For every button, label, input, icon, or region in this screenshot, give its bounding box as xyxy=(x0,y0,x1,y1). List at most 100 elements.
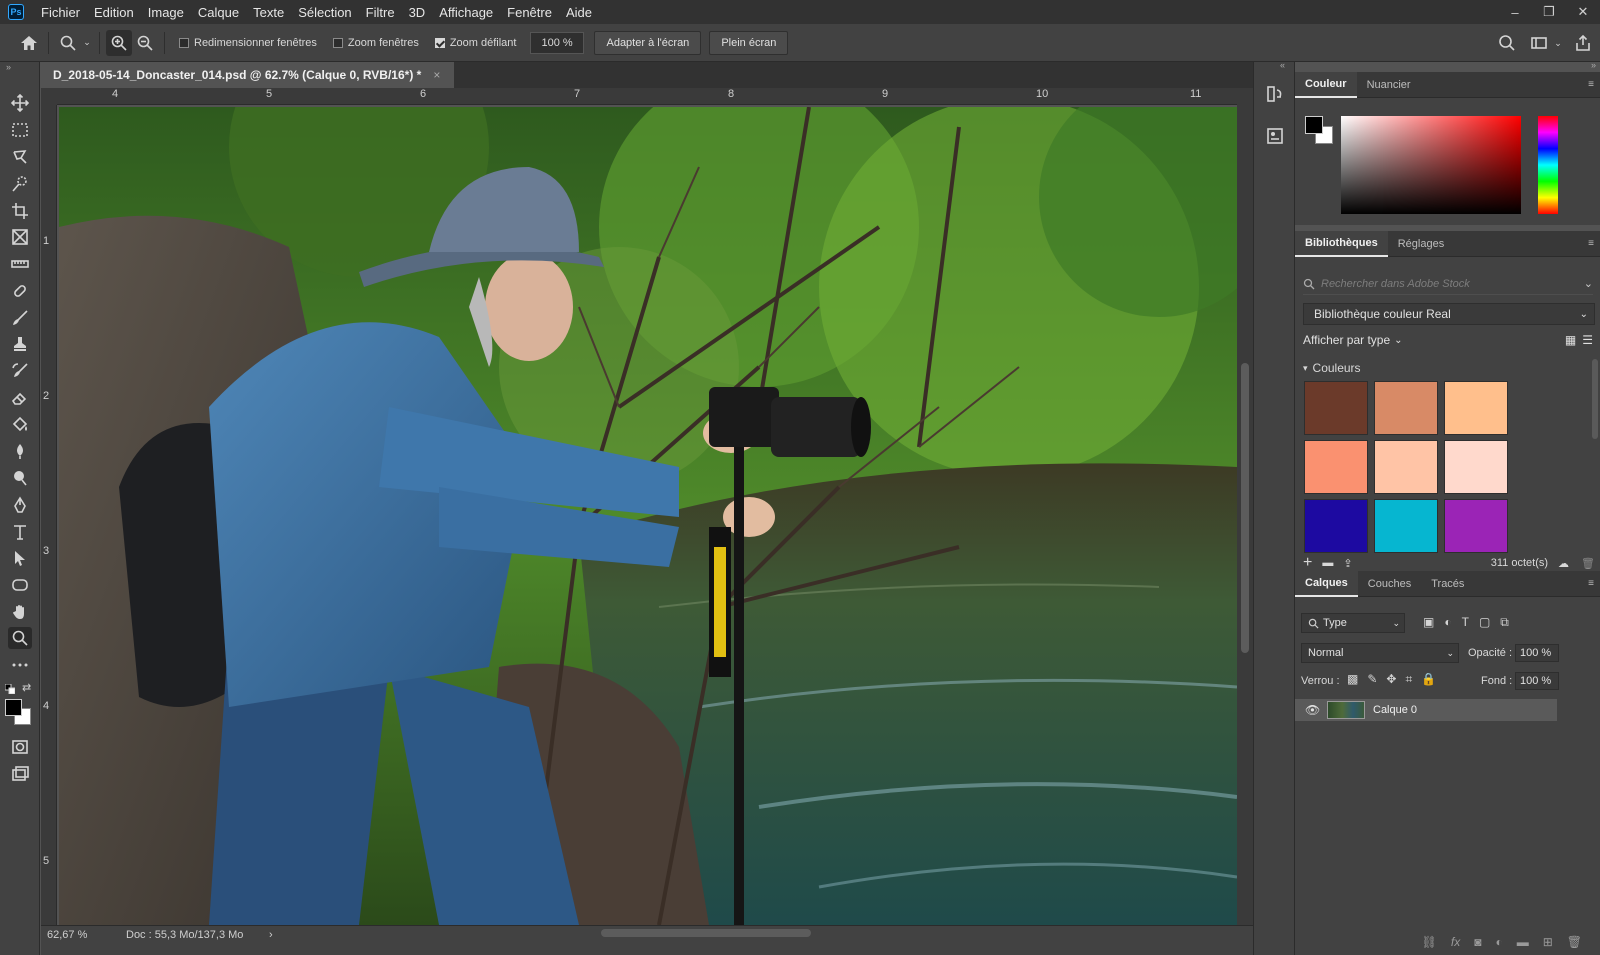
panel-menu-icon[interactable]: ≡ xyxy=(1588,72,1600,97)
marquee-tool-icon[interactable] xyxy=(8,119,32,141)
cloud-icon[interactable]: ☁ xyxy=(1558,557,1569,570)
chevron-down-icon[interactable]: ⌄ xyxy=(81,30,93,56)
upload-icon[interactable]: ⇪ xyxy=(1343,557,1352,570)
panel-menu-icon[interactable]: ≡ xyxy=(1588,571,1600,596)
collapse-panels-icon[interactable]: » xyxy=(1591,60,1596,70)
library-swatch[interactable] xyxy=(1444,381,1508,435)
library-scrollbar[interactable] xyxy=(1592,359,1598,439)
hand-tool-icon[interactable] xyxy=(8,601,32,623)
stamp-tool-icon[interactable] xyxy=(8,333,32,355)
quick-select-tool-icon[interactable] xyxy=(8,173,32,195)
type-tool-icon[interactable] xyxy=(8,521,32,543)
lock-position-icon[interactable]: ✥ xyxy=(1386,672,1396,687)
screen-mode-icon[interactable] xyxy=(8,763,32,785)
shape-tool-icon[interactable] xyxy=(8,574,32,596)
adjustment-icon[interactable]: ◐ xyxy=(1495,935,1502,949)
path-select-tool-icon[interactable] xyxy=(8,547,32,569)
menu-3d[interactable]: 3D xyxy=(402,0,433,24)
move-tool-icon[interactable] xyxy=(8,92,32,114)
lock-artboard-icon[interactable]: ⌗ xyxy=(1405,672,1412,687)
workspace-icon[interactable] xyxy=(1526,30,1552,56)
colors-group-header[interactable]: ▾ Couleurs xyxy=(1303,361,1361,375)
tab-traces[interactable]: Tracés xyxy=(1421,571,1474,597)
color-field[interactable] xyxy=(1341,116,1521,214)
eye-icon[interactable]: 👁 xyxy=(1305,703,1320,717)
blend-mode-select[interactable]: Normal ⌄ xyxy=(1301,643,1459,663)
default-colors-icon[interactable] xyxy=(4,683,16,695)
zoom-status[interactable]: 62,67 % xyxy=(47,929,87,941)
library-swatch[interactable] xyxy=(1304,381,1368,435)
tab-calques[interactable]: Calques xyxy=(1295,571,1358,597)
list-view-icon[interactable]: ☰ xyxy=(1582,333,1593,347)
new-layer-icon[interactable]: ⊞ xyxy=(1543,935,1553,949)
menu-fenetre[interactable]: Fenêtre xyxy=(500,0,559,24)
smart-object-filter-icon[interactable]: ⧉ xyxy=(1500,615,1509,630)
chevron-down-icon[interactable]: ⌄ xyxy=(1584,277,1593,290)
quick-mask-icon[interactable] xyxy=(8,736,32,758)
library-swatch[interactable] xyxy=(1374,440,1438,494)
properties-panel-icon[interactable] xyxy=(1265,126,1285,146)
menu-aide[interactable]: Aide xyxy=(559,0,599,24)
horizontal-scroll-thumb[interactable] xyxy=(601,929,811,937)
close-tab-icon[interactable]: × xyxy=(433,68,440,82)
ruler-tool-icon[interactable] xyxy=(8,253,32,275)
trash-icon[interactable]: 🗑 xyxy=(1567,935,1582,949)
dodge-tool-icon[interactable] xyxy=(8,467,32,489)
menu-affichage[interactable]: Affichage xyxy=(432,0,500,24)
fx-icon[interactable]: fx xyxy=(1451,935,1460,949)
layer-row[interactable]: 👁 Calque 0 xyxy=(1295,699,1557,721)
swap-colors-icon[interactable]: ⇄ xyxy=(22,681,31,694)
grid-view-icon[interactable]: ▦ xyxy=(1565,333,1576,347)
pen-tool-icon[interactable] xyxy=(8,494,32,516)
chevron-down-icon[interactable]: ⌄ xyxy=(1552,30,1564,56)
more-tools-icon[interactable] xyxy=(8,654,32,676)
menu-selection[interactable]: Sélection xyxy=(291,0,358,24)
menu-fichier[interactable]: Fichier xyxy=(34,0,87,24)
history-brush-tool-icon[interactable] xyxy=(8,360,32,382)
menu-calque[interactable]: Calque xyxy=(191,0,246,24)
zoom-tool-icon[interactable] xyxy=(8,627,32,649)
zoom-windows-checkbox[interactable]: Zoom fenêtres xyxy=(332,37,419,49)
library-swatch[interactable] xyxy=(1304,440,1368,494)
trash-icon[interactable]: 🗑 xyxy=(1581,557,1595,570)
tab-couches[interactable]: Couches xyxy=(1358,571,1421,597)
history-panel-icon[interactable] xyxy=(1265,84,1285,104)
lock-all-icon[interactable]: 🔒 xyxy=(1421,672,1436,687)
search-icon[interactable] xyxy=(1494,30,1520,56)
color-foreground-swatch[interactable] xyxy=(1305,116,1323,134)
document-tab[interactable]: D_2018-05-14_Doncaster_014.psd @ 62.7% (… xyxy=(41,62,455,88)
lock-transparency-icon[interactable]: ▩ xyxy=(1347,672,1358,687)
tab-couleur[interactable]: Couleur xyxy=(1295,72,1357,98)
shape-filter-icon[interactable]: ▢ xyxy=(1479,615,1490,630)
hue-slider[interactable] xyxy=(1538,116,1558,214)
brush-tool-icon[interactable] xyxy=(8,307,32,329)
add-element-icon[interactable]: + xyxy=(1303,554,1312,572)
tab-reglages[interactable]: Réglages xyxy=(1388,231,1454,257)
adjustment-filter-icon[interactable]: ◐ xyxy=(1444,615,1451,630)
tab-bibliotheques[interactable]: Bibliothèques xyxy=(1295,231,1388,257)
fit-screen-button[interactable]: Adapter à l'écran xyxy=(594,30,702,55)
fill-field[interactable]: 100 % xyxy=(1515,672,1559,690)
lock-pixels-icon[interactable]: ✎ xyxy=(1367,672,1377,687)
library-swatch[interactable] xyxy=(1444,440,1508,494)
close-window-button[interactable]: ✕ xyxy=(1566,0,1600,24)
library-select[interactable]: Bibliothèque couleur Real ⌄ xyxy=(1303,303,1595,325)
zoom-value-field[interactable]: 100 % xyxy=(530,31,585,54)
library-swatch[interactable] xyxy=(1304,499,1368,553)
tab-nuancier[interactable]: Nuancier xyxy=(1357,72,1421,98)
eraser-tool-icon[interactable] xyxy=(8,387,32,409)
library-swatch[interactable] xyxy=(1444,499,1508,553)
collapse-dock-icon[interactable]: « xyxy=(1280,60,1285,70)
menu-texte[interactable]: Texte xyxy=(246,0,291,24)
library-swatch[interactable] xyxy=(1374,381,1438,435)
document-canvas[interactable] xyxy=(59,107,1237,925)
panel-menu-icon[interactable]: ≡ xyxy=(1588,231,1600,256)
foreground-color-swatch[interactable] xyxy=(5,699,22,716)
collapse-toolbar-icon[interactable]: » xyxy=(6,62,11,72)
pixel-filter-icon[interactable]: ▣ xyxy=(1423,615,1434,630)
scroll-thumb[interactable] xyxy=(1241,363,1249,653)
lasso-tool-icon[interactable] xyxy=(8,146,32,168)
full-screen-button[interactable]: Plein écran xyxy=(709,30,789,55)
menu-filtre[interactable]: Filtre xyxy=(359,0,402,24)
group-icon[interactable]: ▬ xyxy=(1517,935,1529,949)
